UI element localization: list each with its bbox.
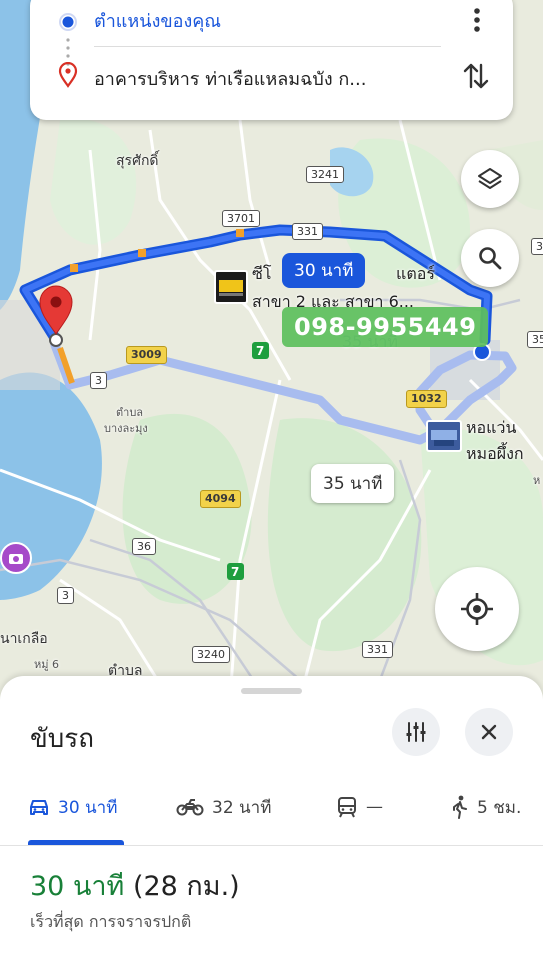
layers-button[interactable]	[461, 150, 519, 208]
tab-motorcycle[interactable]: 32 นาที	[176, 792, 271, 822]
route-summary-time[interactable]: 30 นาที (28 กม.)	[30, 864, 240, 907]
tab-walking-label: 5 ชม.	[477, 797, 522, 818]
tab-transit[interactable]: —	[336, 792, 383, 822]
origin-row[interactable]: ตำแหน่งของคุณ	[30, 0, 513, 40]
place-label: ห	[533, 474, 541, 487]
route-duration: 30 นาที	[30, 871, 125, 902]
tab-motorcycle-label: 32 นาที	[212, 797, 272, 818]
alternate-route-time-chip[interactable]: 35 นาที	[311, 464, 395, 503]
route-traffic-summary: เร็วที่สุด การจราจรปกติ	[30, 912, 192, 931]
tune-icon	[406, 722, 426, 742]
route-distance: (28 กม.)	[132, 871, 240, 902]
poi-label[interactable]: ซีโ	[252, 262, 271, 287]
search-button[interactable]	[461, 229, 519, 287]
svg-text:7: 7	[231, 565, 239, 579]
transit-icon	[338, 797, 356, 818]
route-shield-3240: 3240	[192, 646, 230, 663]
place-label: บางละมุง	[104, 422, 148, 435]
route-shield-3b: 3	[57, 587, 74, 604]
convenience-store-icon[interactable]: 7	[252, 342, 269, 359]
crosshair-icon	[461, 593, 493, 625]
destination-pin-icon	[58, 62, 78, 88]
svg-text:7: 7	[256, 344, 264, 358]
place-label: สุรศักดิ์	[116, 153, 159, 169]
destination-text[interactable]: อาคารบริหาร ท่าเรือแหลมฉบัง ก...	[94, 64, 439, 93]
motorcycle-icon	[176, 799, 204, 816]
car-icon	[30, 800, 48, 815]
route-shield-3: 3	[90, 372, 107, 389]
route-options-button[interactable]	[392, 708, 440, 756]
route-shield-331: 331	[292, 223, 323, 240]
directions-sheet: ขับรถ 30 นาที 32 นาที — 5 ชม. 30 นาที (2…	[0, 676, 543, 960]
route-shield-331b: 331	[362, 641, 393, 658]
card-divider	[94, 46, 441, 47]
sheet-drag-handle[interactable]	[241, 688, 302, 694]
route-shield-3009: 3009	[126, 346, 167, 364]
close-button[interactable]	[465, 708, 513, 756]
search-icon	[479, 247, 502, 270]
route-shield-3241: 3241	[306, 166, 344, 183]
place-label: นาเกลือ	[0, 631, 48, 647]
route-shield-4094: 4094	[200, 490, 241, 508]
origin-pin-icon[interactable]	[36, 284, 76, 348]
origin-text[interactable]: ตำแหน่งของคุณ	[94, 6, 221, 35]
layers-icon	[478, 168, 502, 189]
active-tab-indicator	[28, 840, 124, 845]
walk-icon	[453, 795, 467, 819]
building-thumbnail-icon[interactable]	[426, 420, 462, 452]
more-options-icon[interactable]	[467, 6, 487, 34]
route-shield-1032: 1032	[406, 390, 447, 408]
my-location-button[interactable]	[435, 567, 519, 651]
tab-driving[interactable]: 30 นาที	[28, 792, 117, 822]
route-shield-34: 34	[531, 238, 543, 255]
tab-walking[interactable]: 5 ชม.	[451, 792, 521, 822]
place-label: ตำบล	[116, 406, 144, 419]
route-shield-35: 35	[527, 331, 543, 348]
camera-icon[interactable]	[0, 542, 32, 574]
origin-dot-icon	[59, 13, 77, 31]
poi-label[interactable]: แตอร์	[396, 262, 435, 287]
poi-label[interactable]: หอแว่น	[466, 416, 516, 441]
route-card: ตำแหน่งของคุณ อาคารบริหาร ท่าเรือแหลมฉบั…	[30, 0, 513, 120]
business-logo-icon[interactable]	[214, 270, 248, 304]
tab-driving-label: 30 นาที	[58, 797, 118, 818]
poi-label[interactable]: หมอผึ้งก	[466, 442, 524, 467]
close-icon	[481, 724, 497, 740]
primary-route-time-chip[interactable]: 30 นาที	[282, 253, 366, 288]
travel-mode-tabs: 30 นาที 32 นาที — 5 ชม.	[0, 776, 543, 846]
convenience-store-icon[interactable]: 7	[227, 563, 244, 580]
route-shield-3701: 3701	[222, 210, 260, 227]
sheet-title: ขับรถ	[30, 724, 94, 754]
place-label: หมู่ 6	[34, 658, 59, 671]
destination-row[interactable]: อาคารบริหาร ท่าเรือแหลมฉบัง ก...	[30, 52, 513, 96]
tab-transit-label: —	[366, 797, 383, 817]
phone-number-overlay: 098-9955449	[282, 307, 489, 347]
swap-directions-icon[interactable]	[462, 60, 490, 92]
route-shield-36: 36	[132, 538, 156, 555]
